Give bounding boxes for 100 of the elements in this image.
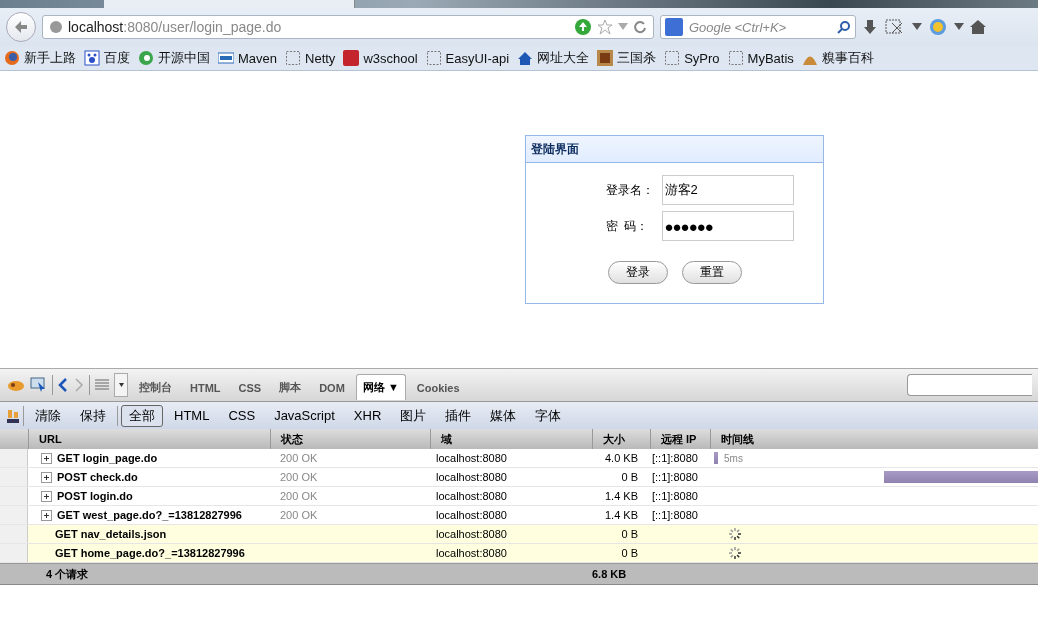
expand-icon[interactable] bbox=[41, 490, 52, 502]
panel-tab[interactable]: CSS bbox=[231, 374, 269, 400]
filter-button[interactable]: 全部 bbox=[121, 404, 163, 427]
filter-button[interactable]: CSS bbox=[220, 404, 264, 427]
toolbar-button[interactable]: 保持 bbox=[72, 404, 114, 427]
globe-icon bbox=[49, 20, 63, 34]
tile-icon bbox=[597, 50, 614, 66]
inspect-icon[interactable] bbox=[30, 377, 48, 393]
status-text: 200 OK bbox=[280, 490, 318, 502]
back-icon[interactable] bbox=[57, 377, 69, 393]
expand-icon[interactable] bbox=[41, 452, 52, 464]
field-label: 登录名： bbox=[605, 181, 655, 199]
filter-button[interactable]: HTML bbox=[166, 404, 218, 427]
back-arrow-icon bbox=[13, 19, 29, 35]
panel-tab[interactable]: 脚本 bbox=[272, 374, 309, 400]
form-button[interactable]: 重置 bbox=[681, 261, 742, 284]
star-icon[interactable] bbox=[597, 19, 613, 35]
row-gutter bbox=[0, 544, 28, 562]
page-icon bbox=[285, 50, 302, 66]
address-bar[interactable]: localhost:8080/user/login_page.do bbox=[42, 15, 654, 39]
bookmark-item[interactable]: MyBatis bbox=[727, 50, 794, 66]
request-row[interactable]: POST check.do 200 OK localhost:8080 0 B [::1]:8080 bbox=[0, 468, 1038, 487]
back-button[interactable] bbox=[6, 12, 36, 42]
domain-text: localhost:8080 bbox=[436, 547, 507, 559]
bookmark-item[interactable]: SyPro bbox=[664, 50, 720, 66]
bookmark-item[interactable]: w3school bbox=[343, 50, 418, 66]
panel-tab[interactable]: HTML bbox=[183, 374, 228, 400]
bookmark-item[interactable]: 开源中国 bbox=[138, 49, 210, 67]
row-gutter bbox=[0, 506, 28, 524]
status-text: 200 OK bbox=[280, 452, 318, 464]
request-row[interactable]: GET nav_details.json localhost:8080 0 B bbox=[0, 525, 1038, 544]
fox-icon bbox=[4, 50, 20, 66]
bookmark-item[interactable]: Netty bbox=[285, 50, 336, 66]
size-text: 0 B bbox=[621, 528, 638, 540]
request-count: 4 个请求 bbox=[46, 566, 90, 582]
spinner-icon bbox=[728, 546, 742, 560]
filter-button[interactable]: XHR bbox=[345, 404, 390, 427]
panel-title: 登陆界面 bbox=[526, 136, 823, 163]
size-text: 1.4 KB bbox=[604, 509, 638, 521]
ip-text: [::1]:8080 bbox=[652, 490, 698, 502]
bookmark-item[interactable]: 网址大全 bbox=[517, 49, 590, 67]
request-row[interactable]: POST login.do 200 OK localhost:8080 1.4 KB [::1]:8080 bbox=[0, 487, 1038, 506]
request-row[interactable]: GET login_page.do 200 OK localhost:8080 4.0 KB [::1]:8080 5ms bbox=[0, 449, 1038, 468]
row-gutter bbox=[0, 487, 28, 505]
reload-icon[interactable] bbox=[633, 20, 647, 34]
panel-tab[interactable]: DOM bbox=[312, 374, 352, 400]
paw-icon bbox=[84, 50, 100, 66]
request-url[interactable]: GET west_page.do?_=13812827996 bbox=[57, 509, 242, 521]
row-gutter bbox=[0, 525, 28, 543]
page-icon bbox=[727, 50, 744, 66]
request-url[interactable]: GET home_page.do?_=13812827996 bbox=[55, 547, 245, 559]
request-row[interactable]: GET home_page.do?_=13812827996 localhost:8080 0 B bbox=[0, 544, 1038, 563]
bookmark-item[interactable]: 百度 bbox=[84, 49, 130, 67]
domain-text: localhost:8080 bbox=[436, 509, 507, 521]
filter-button[interactable]: JavaScript bbox=[266, 404, 343, 427]
timeline-bar bbox=[714, 452, 718, 464]
search-field[interactable]: Google <Ctrl+K> bbox=[660, 15, 856, 39]
stripes-icon bbox=[218, 50, 234, 66]
dropdown-icon[interactable] bbox=[912, 23, 922, 31]
status-text: 200 OK bbox=[280, 471, 318, 483]
domain-text: localhost:8080 bbox=[436, 528, 507, 540]
dropdown-button[interactable] bbox=[114, 373, 128, 397]
request-url[interactable]: GET login_page.do bbox=[57, 452, 158, 464]
bookmark-item[interactable]: Maven bbox=[218, 50, 278, 66]
domain-text: localhost:8080 bbox=[436, 452, 507, 464]
bookmark-item[interactable]: 新手上路 bbox=[4, 49, 76, 67]
panel-tab[interactable]: 控制台 bbox=[132, 374, 179, 400]
page-icon bbox=[664, 50, 681, 66]
timing-text: 5ms bbox=[724, 452, 743, 464]
filter-button[interactable]: 媒体 bbox=[482, 404, 525, 427]
search-icon[interactable] bbox=[837, 20, 851, 34]
xhr-icon[interactable] bbox=[6, 407, 20, 424]
ip-text: [::1]:8080 bbox=[652, 509, 698, 521]
w3-logo-icon bbox=[343, 50, 360, 66]
filter-button[interactable]: 字体 bbox=[527, 404, 570, 427]
request-url[interactable]: GET nav_details.json bbox=[55, 528, 167, 540]
request-url[interactable]: POST check.do bbox=[57, 471, 138, 483]
home-icon[interactable] bbox=[970, 19, 986, 35]
go-icon[interactable] bbox=[574, 18, 592, 36]
filter-button[interactable]: 图片 bbox=[392, 404, 435, 427]
c-logo-icon bbox=[138, 50, 154, 66]
filter-button[interactable]: 插件 bbox=[437, 404, 480, 427]
toolbar-button[interactable]: 清除 bbox=[27, 404, 69, 427]
expand-icon[interactable] bbox=[41, 509, 52, 521]
dropdown-icon[interactable] bbox=[954, 23, 964, 31]
panel-tab[interactable]: Cookies bbox=[409, 374, 467, 400]
bookmark-item[interactable]: 三国杀 bbox=[597, 49, 657, 67]
request-row[interactable]: GET west_page.do?_=13812827996 200 OK localhost:8080 1.4 KB [::1]:8080 bbox=[0, 506, 1038, 525]
request-url[interactable]: POST login.do bbox=[57, 490, 133, 502]
size-text: 0 B bbox=[621, 471, 638, 483]
input-field[interactable]: ●●●●●● bbox=[661, 211, 794, 241]
download-icon[interactable] bbox=[862, 19, 878, 35]
bookmark-item[interactable]: 糗事百科 bbox=[801, 49, 874, 67]
panel-tab[interactable]: 网络 ▼ bbox=[355, 374, 406, 400]
input-field[interactable]: 游客2 bbox=[661, 175, 794, 205]
form-button[interactable]: 登录 bbox=[607, 261, 668, 284]
search-field[interactable] bbox=[907, 374, 1032, 396]
url-host: localhost bbox=[68, 19, 124, 35]
expand-icon[interactable] bbox=[41, 471, 52, 483]
bookmark-item[interactable]: EasyUI-api bbox=[425, 50, 510, 66]
